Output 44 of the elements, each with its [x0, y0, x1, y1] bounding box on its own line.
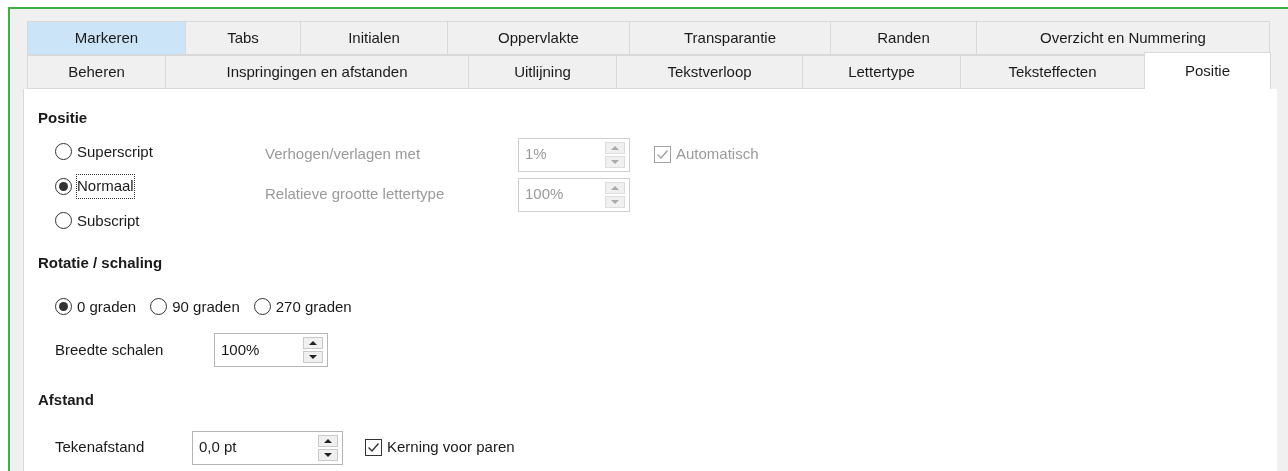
tab[interactable]: Positie: [1144, 52, 1271, 89]
tab[interactable]: Oppervlakte: [447, 21, 630, 55]
radio-label: 90 graden: [172, 296, 240, 317]
section-heading: Afstand: [38, 390, 95, 410]
radio-label: Subscript: [77, 210, 140, 231]
radio-button[interactable]: [253, 298, 271, 316]
field-label: Verhogen/verlagen met: [265, 144, 422, 165]
spin-arrows-icon[interactable]: [318, 434, 338, 461]
tab[interactable]: Inspringingen en afstanden: [165, 55, 469, 89]
tab[interactable]: Initialen: [300, 21, 448, 55]
radio-label: Normaal: [77, 175, 134, 198]
field-value: 100%: [221, 339, 260, 360]
radio-label: Superscript: [77, 141, 153, 162]
checkbox[interactable]: [365, 439, 382, 456]
tab[interactable]: Tabs: [185, 21, 301, 55]
tab[interactable]: Teksteffecten: [960, 55, 1145, 89]
checkbox-label: Kerning voor paren: [387, 437, 515, 458]
section-heading: Positie: [38, 108, 89, 128]
radio-button[interactable]: [55, 212, 72, 230]
radio-button[interactable]: [55, 298, 72, 316]
radio-label: 270 graden: [275, 296, 352, 317]
radio-label: 0 graden: [77, 296, 137, 317]
field-value: 100%: [525, 184, 564, 205]
tab[interactable]: Transparantie: [629, 21, 831, 55]
tab[interactable]: Beheren: [27, 55, 166, 89]
spin-field[interactable]: 100%: [214, 333, 328, 367]
radio-button[interactable]: [55, 177, 72, 195]
tab[interactable]: Tekstverloop: [616, 55, 803, 89]
radio-button[interactable]: [55, 143, 72, 161]
spin-arrows-icon[interactable]: [303, 337, 323, 363]
section-heading: Rotatie / schaling: [38, 253, 164, 273]
field-label: Relatieve grootte lettertype: [265, 184, 446, 205]
tab[interactable]: Markeren: [27, 21, 186, 55]
field-label: Tekenafstand: [55, 437, 146, 458]
tab[interactable]: Overzicht en Nummering: [976, 21, 1270, 55]
tab[interactable]: Uitlijning: [468, 55, 617, 89]
radio-button[interactable]: [150, 298, 168, 316]
field-value: 1%: [525, 144, 547, 165]
field-label: Breedte schalen: [55, 339, 165, 360]
tab[interactable]: Lettertype: [802, 55, 961, 89]
tab[interactable]: Randen: [830, 21, 977, 55]
spin-field[interactable]: 0,0 pt: [192, 430, 343, 465]
field-value: 0,0 pt: [199, 437, 237, 458]
checkbox-label: Automatisch: [676, 144, 759, 165]
